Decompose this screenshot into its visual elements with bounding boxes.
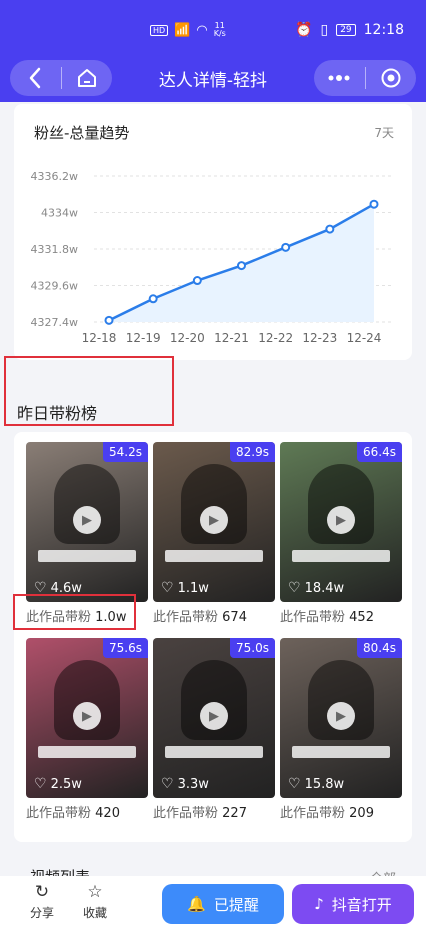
tiktok-icon: ♪ bbox=[314, 895, 324, 913]
video-likes: ♡ 3.3w bbox=[161, 776, 209, 792]
video-fans-caption: 此作品带粉 452 bbox=[280, 610, 374, 625]
share-button[interactable]: ↻ 分享 bbox=[22, 882, 62, 921]
thumbnail-caption-bar bbox=[165, 746, 263, 758]
battery-icon: 29 bbox=[336, 24, 356, 36]
star-icon: ☆ bbox=[87, 882, 103, 902]
play-icon[interactable]: ▶ bbox=[200, 506, 228, 534]
thumbnail-caption-bar bbox=[38, 746, 136, 758]
video-fans-caption: 此作品带粉 227 bbox=[153, 806, 247, 821]
close-miniapp-button[interactable] bbox=[365, 60, 416, 96]
play-icon[interactable]: ▶ bbox=[327, 702, 355, 730]
more-button[interactable] bbox=[314, 60, 365, 96]
share-icon: ↻ bbox=[34, 882, 50, 902]
x-tick-label: 12-24 bbox=[347, 331, 382, 345]
video-fans-caption: 此作品带粉 674 bbox=[153, 610, 247, 625]
heart-icon: ♡ bbox=[288, 776, 301, 792]
highlight-box-caption bbox=[13, 594, 136, 630]
play-icon[interactable]: ▶ bbox=[73, 506, 101, 534]
back-button[interactable] bbox=[10, 60, 61, 96]
video-duration: 82.9s bbox=[230, 442, 275, 462]
video-fans-caption: 此作品带粉 209 bbox=[280, 806, 374, 821]
x-tick-label: 12-23 bbox=[302, 331, 337, 345]
data-point bbox=[104, 315, 114, 325]
heart-icon: ♡ bbox=[161, 580, 174, 596]
status-bar: HD 📶 ◠ 11 K/s ⏰ ▯ 29 12:18 bbox=[0, 0, 426, 52]
play-icon[interactable]: ▶ bbox=[73, 702, 101, 730]
alarm-icon: ⏰ bbox=[295, 22, 313, 38]
y-tick-label: 4334w bbox=[41, 207, 78, 220]
video-thumbnail[interactable]: 54.2s ▶ ♡ 4.6w bbox=[26, 442, 148, 602]
bell-icon: 🔔 bbox=[187, 895, 206, 913]
video-thumbnail[interactable]: 75.0s ▶ ♡ 3.3w bbox=[153, 638, 275, 798]
data-point bbox=[325, 224, 335, 234]
video-thumbnail[interactable]: 75.6s ▶ ♡ 2.5w bbox=[26, 638, 148, 798]
y-tick-label: 4329.6w bbox=[31, 280, 79, 293]
x-tick-label: 12-19 bbox=[126, 331, 161, 345]
highlight-box-title bbox=[4, 356, 174, 426]
video-duration: 75.6s bbox=[103, 638, 148, 658]
heart-icon: ♡ bbox=[288, 580, 301, 596]
fans-trend-chart: 4336.2w 4334w 4331.8w 4329.6w 4327.4w12-18 12… bbox=[31, 170, 394, 345]
home-button[interactable] bbox=[61, 60, 112, 96]
status-icons-center: HD 📶 ◠ 11 K/s bbox=[150, 22, 226, 38]
remind-button[interactable]: 🔔 已提醒 bbox=[162, 884, 284, 924]
thumbnail-caption-bar bbox=[292, 746, 390, 758]
thumbnail-caption-bar bbox=[165, 550, 263, 562]
net-speed: 11 K/s bbox=[213, 21, 226, 38]
x-tick-label: 12-20 bbox=[170, 331, 205, 345]
video-thumbnail[interactable]: 80.4s ▶ ♡ 15.8w bbox=[280, 638, 402, 798]
data-point bbox=[237, 261, 246, 271]
open-douyin-button[interactable]: ♪ 抖音打开 bbox=[292, 884, 414, 924]
video-duration: 66.4s bbox=[357, 442, 402, 462]
thumbnail-caption-bar bbox=[292, 550, 390, 562]
video-likes: ♡ 2.5w bbox=[34, 776, 82, 792]
video-thumbnail[interactable]: 82.9s ▶ ♡ 1.1w bbox=[153, 442, 275, 602]
play-icon[interactable]: ▶ bbox=[200, 702, 228, 730]
y-tick-label: 4327.4w bbox=[31, 316, 79, 329]
bottom-bar: ↻ 分享 ☆ 收藏 🔔 已提醒 ♪ 抖音打开 bbox=[0, 876, 426, 933]
clock: 12:18 bbox=[363, 22, 404, 38]
hd-badge: HD bbox=[150, 24, 169, 36]
data-point bbox=[148, 294, 158, 304]
video-likes: ♡ 15.8w bbox=[288, 776, 345, 792]
fans-trend-card: 粉丝-总量趋势 7天 4336.2w 4334w 4331.8w 4329.6w 432… bbox=[14, 104, 412, 360]
heart-icon: ♡ bbox=[34, 776, 47, 792]
video-duration: 54.2s bbox=[103, 442, 148, 462]
data-point bbox=[281, 242, 291, 252]
heart-icon: ♡ bbox=[161, 776, 174, 792]
thumbnail-caption-bar bbox=[38, 550, 136, 562]
ranking-card: 54.2s ▶ ♡ 4.6w 此作品带粉 1.0w 82.9s ▶ ♡ 1.1w 此作品带粉 67… bbox=[14, 432, 412, 842]
vibrate-icon: ▯ bbox=[320, 22, 329, 38]
more-dots-icon bbox=[328, 75, 350, 81]
video-fans-caption: 此作品带粉 420 bbox=[26, 806, 120, 821]
favorite-button[interactable]: ☆ 收藏 bbox=[75, 882, 115, 921]
video-duration: 75.0s bbox=[230, 638, 275, 658]
wifi-icon: ◠ bbox=[196, 22, 208, 38]
play-icon[interactable]: ▶ bbox=[327, 506, 355, 534]
y-tick-label: 4331.8w bbox=[31, 243, 79, 256]
x-tick-label: 12-22 bbox=[258, 331, 293, 345]
back-chevron-icon bbox=[30, 67, 41, 89]
video-thumbnail[interactable]: 66.4s ▶ ♡ 18.4w bbox=[280, 442, 402, 602]
video-likes: ♡ 1.1w bbox=[161, 580, 209, 596]
status-icons-right: ⏰ ▯ 29 12:18 bbox=[295, 22, 404, 38]
nav-right-capsule bbox=[314, 60, 416, 96]
page-title: 达人详情-轻抖 bbox=[158, 71, 268, 91]
data-point bbox=[192, 276, 202, 286]
video-duration: 80.4s bbox=[357, 638, 402, 658]
signal-icon: 📶 bbox=[174, 22, 191, 38]
home-icon bbox=[77, 69, 96, 87]
data-point bbox=[369, 199, 379, 209]
video-likes: ♡ 18.4w bbox=[288, 580, 345, 596]
x-tick-label: 12-18 bbox=[82, 331, 117, 345]
nav-left-capsule bbox=[10, 60, 112, 96]
y-tick-label: 4336.2w bbox=[31, 170, 79, 183]
x-tick-label: 12-21 bbox=[214, 331, 249, 345]
target-close-icon bbox=[381, 68, 401, 88]
